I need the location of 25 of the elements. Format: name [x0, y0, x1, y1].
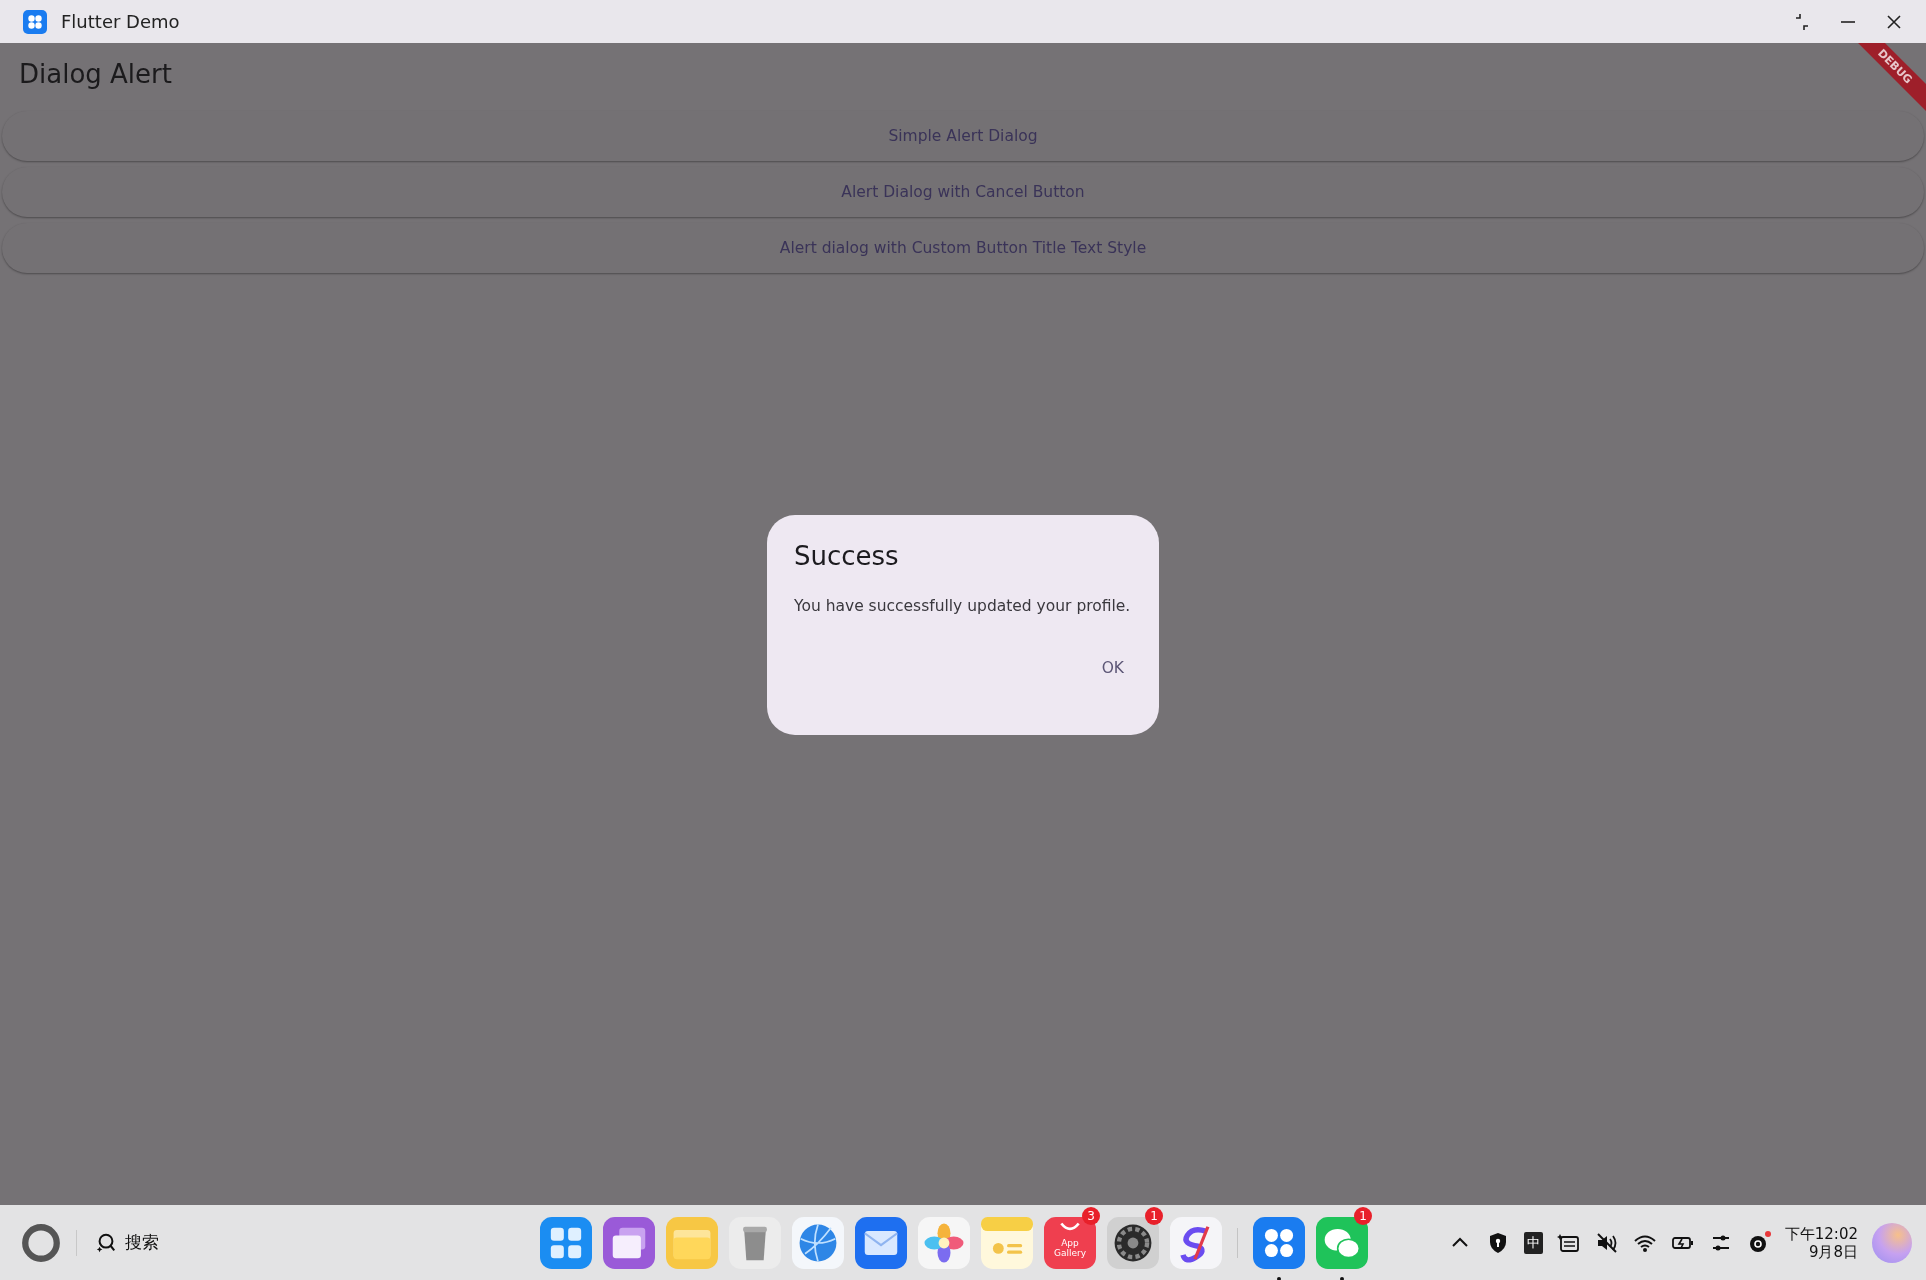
app-bar-title: Dialog Alert [19, 59, 172, 89]
clock-time[interactable]: 下午12:02 [1784, 1224, 1858, 1243]
swirl-icon[interactable] [1170, 1216, 1222, 1269]
app-icon-label: App Gallery [1052, 1237, 1088, 1258]
assistant-ring-icon[interactable] [20, 1221, 62, 1264]
input-method-indicator[interactable]: 中 [1523, 1231, 1543, 1254]
ok-button[interactable]: OK [1089, 651, 1136, 685]
app-grid-icon[interactable] [1253, 1216, 1305, 1269]
window-title: Flutter Demo [61, 11, 180, 32]
globe-icon[interactable] [792, 1216, 844, 1269]
trash-icon[interactable] [729, 1216, 781, 1269]
notification-badge: 1 [1354, 1206, 1372, 1225]
clock-date[interactable]: 9月8日 [1808, 1242, 1858, 1261]
dialog-title: Success [794, 541, 900, 571]
notification-badge: 1 [1145, 1206, 1163, 1225]
search-icon [95, 1231, 117, 1254]
flower-icon[interactable] [918, 1216, 970, 1269]
mail-icon[interactable] [855, 1216, 907, 1269]
notification-badge: 3 [1082, 1206, 1100, 1225]
app-grid-icon[interactable] [540, 1216, 592, 1269]
search-button[interactable]: 搜索 [91, 1229, 163, 1256]
dialog-message: You have successfully updated your profile. [794, 597, 1132, 615]
app-icon [23, 9, 47, 34]
windows-icon[interactable] [603, 1216, 655, 1269]
speaker-muted-icon[interactable] [1594, 1230, 1619, 1255]
